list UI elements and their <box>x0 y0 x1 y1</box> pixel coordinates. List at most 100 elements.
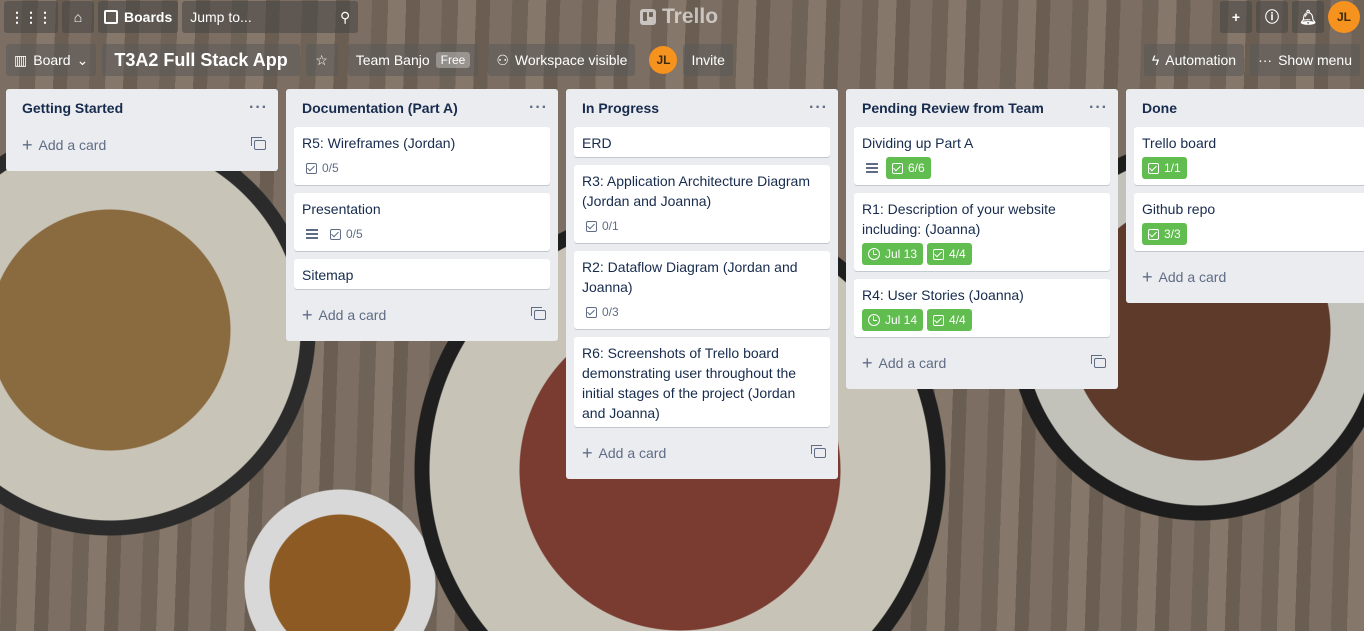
card[interactable]: R2: Dataflow Diagram (Jordan and Joanna)… <box>574 251 830 329</box>
list-title[interactable]: Getting Started <box>22 100 123 116</box>
list-getting-started: Getting Started ··· + Add a card <box>6 89 278 171</box>
board-view-icon: ▥ <box>14 51 28 68</box>
free-badge: Free <box>435 52 471 68</box>
card-title: R2: Dataflow Diagram (Jordan and Joanna) <box>582 259 798 295</box>
checklist-count: 1/1 <box>1164 161 1181 175</box>
team-label: Team Banjo <box>355 52 430 68</box>
description-icon <box>306 229 318 239</box>
checklist-count: 4/4 <box>949 247 966 261</box>
team-button[interactable]: Team Banjo Free <box>347 44 479 76</box>
member-avatar[interactable]: JL <box>649 46 678 74</box>
checklist-count: 0/5 <box>322 161 339 175</box>
description-icon <box>866 163 878 173</box>
list-title[interactable]: Done <box>1142 100 1177 116</box>
list-menu-icon[interactable]: ··· <box>809 99 828 117</box>
add-card-label: Add a card <box>598 445 667 461</box>
visibility-button[interactable]: ⚇ Workspace visible <box>488 44 636 76</box>
add-card-label: Add a card <box>318 307 387 323</box>
create-button[interactable]: + <box>1220 1 1252 33</box>
card[interactable]: R1: Description of your website includin… <box>854 193 1110 271</box>
bell-icon: 🔔︎ <box>1299 8 1317 25</box>
board-header: ▥ Board ⌄ T3A2 Full Stack App ☆ Team Ban… <box>0 44 1364 76</box>
card-title: R4: User Stories (Joanna) <box>862 287 1024 303</box>
card[interactable]: Github repo 3/3 <box>1134 193 1364 251</box>
home-button[interactable]: ⌂ <box>62 1 94 33</box>
checklist-badge: 0/1 <box>582 215 623 237</box>
checklist-icon <box>1148 162 1159 174</box>
plus-icon: + <box>22 135 33 155</box>
card-template-icon[interactable] <box>251 137 266 150</box>
trello-logo[interactable]: Trello <box>640 4 718 30</box>
search-input[interactable]: Jump to... ⚲ <box>182 1 359 33</box>
search-placeholder: Jump to... <box>190 9 252 25</box>
checklist-badge: 0/5 <box>302 157 343 179</box>
add-card-label: Add a card <box>38 137 107 153</box>
checklist-badge: 3/3 <box>1142 223 1187 245</box>
notifications-button[interactable]: 🔔︎ <box>1292 1 1324 33</box>
list-pending-review: Pending Review from Team ··· Dividing up… <box>846 89 1118 389</box>
list-done: Done Trello board 1/1 Github repo 3/3 + A… <box>1126 89 1364 303</box>
card[interactable]: R3: Application Architecture Diagram (Jo… <box>574 165 830 243</box>
chevron-down-icon: ⌄ <box>76 51 89 68</box>
star-icon: ☆ <box>315 51 328 68</box>
info-button[interactable]: ⓘ <box>1256 1 1288 33</box>
more-icon: ··· <box>1258 52 1273 68</box>
checklist-badge: 1/1 <box>1142 157 1187 179</box>
list-menu-icon[interactable]: ··· <box>1089 99 1108 117</box>
add-card-button[interactable]: + Add a card <box>854 345 1110 381</box>
star-button[interactable]: ☆ <box>305 44 338 76</box>
card-template-icon[interactable] <box>531 307 546 320</box>
card[interactable]: Dividing up Part A 6/6 <box>854 127 1110 185</box>
card[interactable]: R4: User Stories (Joanna) Jul 14 4/4 <box>854 279 1110 337</box>
list-title[interactable]: In Progress <box>582 100 659 116</box>
card-template-icon[interactable] <box>1091 355 1106 368</box>
card-title: R1: Description of your website includin… <box>862 201 1056 237</box>
due-date-badge[interactable]: Jul 14 <box>862 309 924 331</box>
visibility-label: Workspace visible <box>514 52 628 68</box>
list-title[interactable]: Documentation (Part A) <box>302 100 458 116</box>
user-avatar[interactable]: JL <box>1328 1 1360 33</box>
board-view-switcher[interactable]: ▥ Board ⌄ <box>6 44 97 76</box>
add-card-button[interactable]: + Add a card <box>294 297 550 333</box>
checklist-icon <box>330 228 341 240</box>
card[interactable]: R5: Wireframes (Jordan) 0/5 <box>294 127 550 185</box>
info-icon: ⓘ <box>1265 9 1279 25</box>
card[interactable]: ERD <box>574 127 830 157</box>
checklist-icon <box>933 314 945 326</box>
search-icon: ⚲ <box>339 8 351 25</box>
card-template-icon[interactable] <box>811 445 826 458</box>
card[interactable]: Sitemap <box>294 259 550 289</box>
add-card-button[interactable]: + Add a card <box>1134 259 1364 295</box>
app-switcher-button[interactable]: ⋮⋮⋮ <box>4 1 58 33</box>
list-title[interactable]: Pending Review from Team <box>862 100 1044 116</box>
list-documentation: Documentation (Part A) ··· R5: Wireframe… <box>286 89 558 341</box>
checklist-badge: 4/4 <box>927 309 972 331</box>
checklist-badge: 4/4 <box>927 243 972 265</box>
card[interactable]: R6: Screenshots of Trello board demonstr… <box>574 337 830 427</box>
card[interactable]: Presentation 0/5 <box>294 193 550 251</box>
due-date: Jul 14 <box>885 313 918 327</box>
add-card-button[interactable]: + Add a card <box>14 127 270 163</box>
card-title: ERD <box>582 135 612 151</box>
card-title: Dividing up Part A <box>862 135 974 151</box>
card[interactable]: Trello board 1/1 <box>1134 127 1364 185</box>
checklist-count: 0/1 <box>602 219 619 233</box>
plus-icon: + <box>862 353 873 373</box>
list-menu-icon[interactable]: ··· <box>249 99 268 117</box>
card-title: Trello board <box>1142 135 1217 151</box>
add-card-button[interactable]: + Add a card <box>574 435 830 471</box>
card-title: R5: Wireframes (Jordan) <box>302 135 456 151</box>
boards-button[interactable]: Boards <box>98 1 179 33</box>
due-date-badge[interactable]: Jul 13 <box>862 243 924 265</box>
automation-button[interactable]: ϟ Automation <box>1143 44 1245 76</box>
list-menu-icon[interactable]: ··· <box>529 99 548 117</box>
invite-button[interactable]: Invite <box>683 44 733 76</box>
logo-text: Trello <box>662 5 719 28</box>
grid-icon: ⋮⋮⋮ <box>10 8 52 25</box>
board-title[interactable]: T3A2 Full Stack App <box>102 44 300 76</box>
home-icon: ⌂ <box>73 9 83 25</box>
card-title: Presentation <box>302 201 381 217</box>
invite-label: Invite <box>691 52 725 68</box>
show-menu-button[interactable]: ··· Show menu <box>1250 44 1360 76</box>
board-view-label: Board <box>33 52 71 68</box>
